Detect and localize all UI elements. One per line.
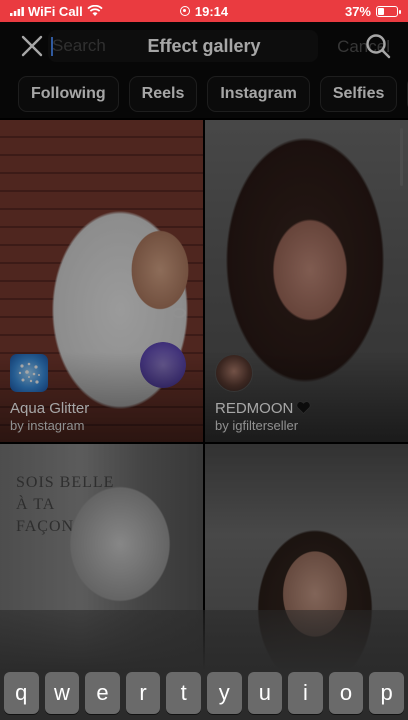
carrier-label: WiFi Call [28,3,83,19]
key-o[interactable]: o [328,672,364,714]
battery-icon [376,5,401,17]
key-w[interactable]: w [44,672,80,714]
status-bar-center: 19:14 [150,4,258,19]
overlay-line: FAÇON [16,518,75,535]
key-r[interactable]: r [125,672,161,714]
header: Effect gallery Cancel [0,22,408,70]
overlay-text: SOIS BELLE À TA FAÇON [16,472,156,538]
clock: 19:14 [194,3,229,19]
chip-reels[interactable]: Reels [128,76,198,112]
key-e[interactable]: e [85,672,120,714]
effect-tile-aqua-glitter[interactable]: Aqua Glitter by instagram [0,120,203,442]
overlay-line: À TA [16,496,56,513]
chip-selfies[interactable]: Selfies [319,76,398,112]
effect-grid: Aqua Glitter by instagram REDMOON by igf… [0,120,408,670]
key-i[interactable]: i [288,672,323,714]
search-icon[interactable] [364,32,392,60]
key-u[interactable]: u [247,672,283,714]
key-t[interactable]: t [166,672,201,714]
status-bar: WiFi Call 19:14 37% [0,0,408,22]
effect-tile-redmoon[interactable]: REDMOON by igfilterseller [205,120,408,442]
effect-name: Aqua Glitter [10,400,90,417]
signal-icon [10,7,24,16]
effect-author: by igfilterseller [215,418,299,433]
status-bar-right: 37% [258,3,401,19]
wifi-icon [87,5,103,16]
scrollbar[interactable] [400,128,403,186]
chip-following[interactable]: Following [18,76,119,112]
keyboard-row: q w e r t y u i o p [4,672,404,714]
key-y[interactable]: y [206,672,242,714]
close-icon[interactable] [18,32,46,60]
battery-percent: 37% [344,3,371,19]
search-input[interactable] [48,30,318,62]
chip-instagram[interactable]: Instagram [207,76,310,112]
avatar-thumb [215,354,253,392]
effect-name: REDMOON [215,400,294,417]
keyboard: q w e r t y u i o p [0,610,408,720]
overlay-line: SOIS BELLE [16,474,115,491]
key-p[interactable]: p [369,672,404,714]
effect-author: by instagram [10,418,85,433]
search-field[interactable] [48,30,318,62]
screen-record-icon [179,6,190,16]
status-bar-left: WiFi Call [10,4,150,19]
key-q[interactable]: q [4,672,39,714]
effect-name-row: REDMOON [215,400,311,418]
text-caret [51,37,53,56]
ring-detail [172,308,186,318]
black-heart-icon [296,401,311,414]
aqua-glitter-icon [10,354,48,392]
battery-fill [378,7,384,15]
category-chips: Following Reels Instagram Selfies I [0,70,408,118]
